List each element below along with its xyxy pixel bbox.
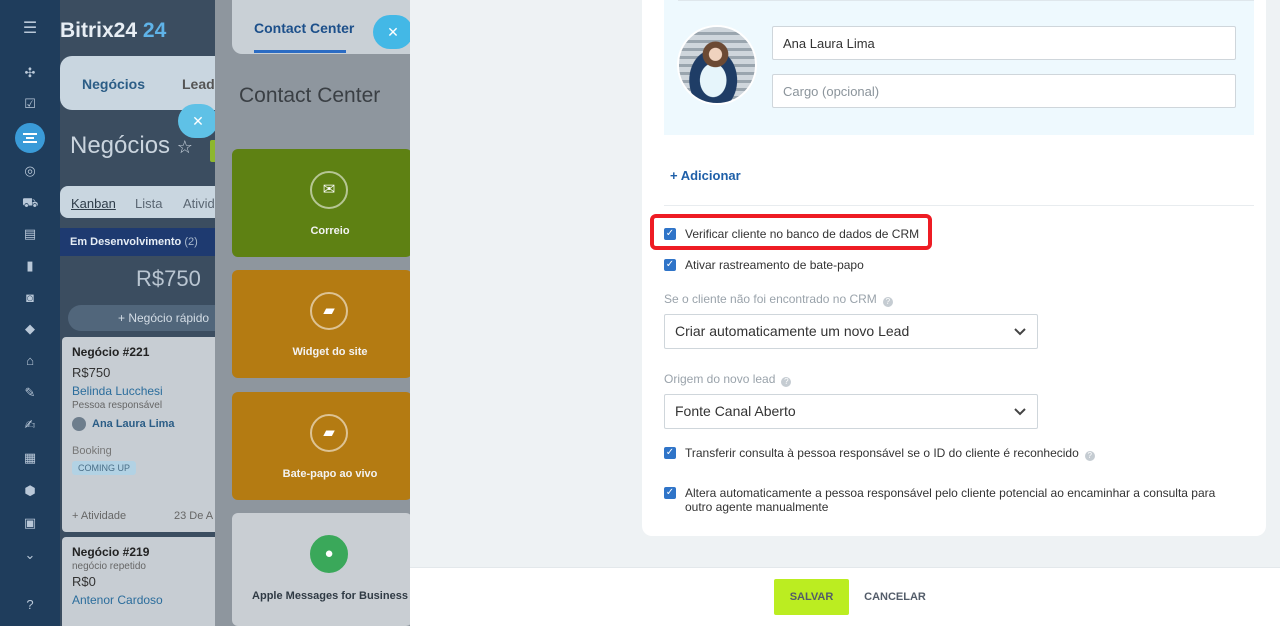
mail-icon: ✉ [310, 171, 348, 209]
bank-icon[interactable]: ⌂ [22, 354, 38, 368]
calendar-icon[interactable]: ▦ [22, 451, 38, 465]
kanban-column-header: Em Desenvolvimento (2) [60, 228, 220, 256]
check-tracking-label: Ativar rastreamento de bate-papo [685, 258, 864, 272]
check-transfer-checkbox[interactable]: ✓ [664, 447, 676, 459]
chat-icon: ▰ [310, 292, 348, 330]
deal-amount: R$0 [72, 574, 96, 589]
responsible-person[interactable]: Ana Laura Lima [72, 417, 220, 431]
analytics-icon[interactable]: ▮ [22, 259, 38, 273]
deal-client[interactable]: Belinda Lucchesi [72, 384, 220, 398]
deal-title[interactable]: Negócio #219 [72, 545, 220, 559]
settings-panel: + Adicionar ✓ Verificar cliente no banco… [410, 0, 1280, 626]
origin-value: Fonte Canal Aberto [675, 403, 796, 419]
bitrix-logo: Bitrix24 24 [60, 19, 167, 42]
hexagon-icon[interactable]: ⬢ [22, 484, 38, 498]
star-icon[interactable]: ☆ [177, 137, 193, 157]
tab-negocios[interactable]: Negócios [82, 76, 145, 92]
save-button[interactable]: SALVAR [774, 579, 849, 615]
tab-underline [254, 50, 346, 53]
divider [678, 0, 1254, 1]
view-kanban[interactable]: Kanban [71, 196, 116, 211]
contact-box [664, 0, 1254, 135]
quick-deal-button[interactable]: + Negócio rápido [68, 305, 220, 331]
tile-label: Widget do site [292, 346, 368, 358]
chat-icon: ▰ [310, 414, 348, 452]
tasks-icon[interactable]: ☑ [22, 97, 38, 111]
avatar [72, 417, 86, 431]
message-icon: ● [310, 535, 348, 573]
chevron-down-icon [1014, 328, 1026, 336]
crm-tabs: Negócios Leads [60, 56, 220, 110]
check-tracking-row[interactable]: ✓ Ativar rastreamento de bate-papo [664, 258, 864, 272]
crm-icon[interactable] [15, 123, 45, 153]
help-icon[interactable]: ? [1084, 451, 1095, 461]
deal-card[interactable]: Negócio #219 negócio repetido R$0 Anteno… [62, 537, 220, 626]
responsible-label: Pessoa responsável [72, 400, 163, 411]
status-badge: COMING UP [72, 461, 137, 475]
page-title: Negócios ☆ [70, 132, 193, 159]
add-link[interactable]: + Adicionar [670, 168, 741, 183]
deal-amount: R$750 [72, 365, 111, 380]
check-tracking-checkbox[interactable]: ✓ [664, 259, 676, 271]
tile-widget-site[interactable]: ▰ Widget do site [232, 270, 410, 378]
close-icon[interactable]: ✕ [373, 15, 410, 49]
origin-select[interactable]: Fonte Canal Aberto [664, 394, 1038, 429]
tile-label: Apple Messages for Business [252, 590, 408, 602]
crm-background: Bitrix24 24 Negócios Leads ✕ Negócios ☆ … [60, 0, 220, 626]
deal-title[interactable]: Negócio #221 [72, 345, 220, 359]
divider [664, 205, 1254, 206]
contact-center-title: Contact Center [239, 84, 381, 107]
add-activity-link[interactable]: + Atividade [72, 510, 126, 522]
not-found-label: Se o cliente não foi encontrado no CRM? [664, 292, 893, 307]
menu-icon[interactable]: ☰ [22, 21, 38, 37]
document-edit-icon[interactable]: ✍ [22, 418, 38, 432]
contact-center-panel: Contact Center ✕ Contact Center ✉ Correi… [215, 0, 410, 626]
help-icon[interactable]: ? [781, 377, 792, 387]
sign-icon[interactable]: ✎ [22, 386, 38, 400]
cancel-button[interactable]: CANCELAR [864, 579, 926, 615]
not-found-select[interactable]: Criar automaticamente um novo Lead [664, 314, 1038, 349]
deal-card[interactable]: Negócio #221 R$750 Belinda Lucchesi Pess… [62, 337, 220, 532]
feed-icon[interactable]: ✣ [22, 66, 38, 80]
origin-label: Origem do novo lead? [664, 372, 792, 387]
view-switcher: Kanban Lista Atividades [60, 186, 220, 218]
help-icon[interactable]: ? [882, 297, 893, 307]
check-auto-label: Altera automaticamente a pessoa responsá… [685, 486, 1216, 514]
tile-apple-messages[interactable]: ● Apple Messages for Business [232, 513, 410, 626]
booking-label: Booking [72, 445, 112, 457]
deal-note: negócio repetido [72, 561, 146, 572]
more-icon[interactable]: ⌄ [22, 548, 38, 562]
check-auto-checkbox[interactable]: ✓ [664, 487, 676, 499]
cart-icon[interactable]: ⛟ [22, 196, 38, 210]
check-auto-row[interactable]: ✓ Altera automaticamente a pessoa respon… [664, 486, 1234, 514]
avatar[interactable] [677, 25, 757, 105]
check-transfer-row[interactable]: ✓ Transferir consulta à pessoa responsáv… [664, 446, 1095, 461]
footer-bar: SALVAR CANCELAR [410, 567, 1280, 626]
target-icon[interactable]: ◎ [22, 164, 38, 178]
view-list[interactable]: Lista [135, 196, 162, 211]
tile-live-chat[interactable]: ▰ Bate-papo ao vivo [232, 392, 410, 500]
tile-label: Correio [310, 225, 350, 237]
sites-icon[interactable]: ▣ [22, 516, 38, 530]
tile-label: Bate-papo ao vivo [282, 468, 378, 480]
not-found-value: Criar automaticamente um novo Lead [675, 323, 910, 339]
highlight-box [650, 214, 932, 250]
box-icon[interactable]: ◆ [22, 322, 38, 336]
contact-name-field[interactable] [772, 26, 1236, 60]
help-icon[interactable]: ? [22, 598, 38, 612]
settings-card: + Adicionar ✓ Verificar cliente no banco… [642, 0, 1266, 536]
role-field[interactable] [772, 74, 1236, 108]
deal-date: 23 De A [174, 510, 214, 522]
chevron-down-icon [1014, 408, 1026, 416]
deal-client[interactable]: Antenor Cardoso [72, 593, 220, 607]
main-sidebar: ☰ ✣ ☑ ◎ ⛟ ▤ ▮ ◙ ◆ ⌂ ✎ ✍ ▦ ⬢ ▣ ⌄ ? [0, 0, 60, 626]
tile-correio[interactable]: ✉ Correio [232, 149, 410, 257]
robot-icon[interactable]: ◙ [22, 291, 38, 305]
tab-contact-center[interactable]: Contact Center [254, 20, 354, 36]
check-transfer-label: Transferir consulta à pessoa responsável… [685, 446, 1095, 461]
contact-card-icon[interactable]: ▤ [22, 227, 38, 241]
column-sum: R$750 [136, 266, 201, 291]
